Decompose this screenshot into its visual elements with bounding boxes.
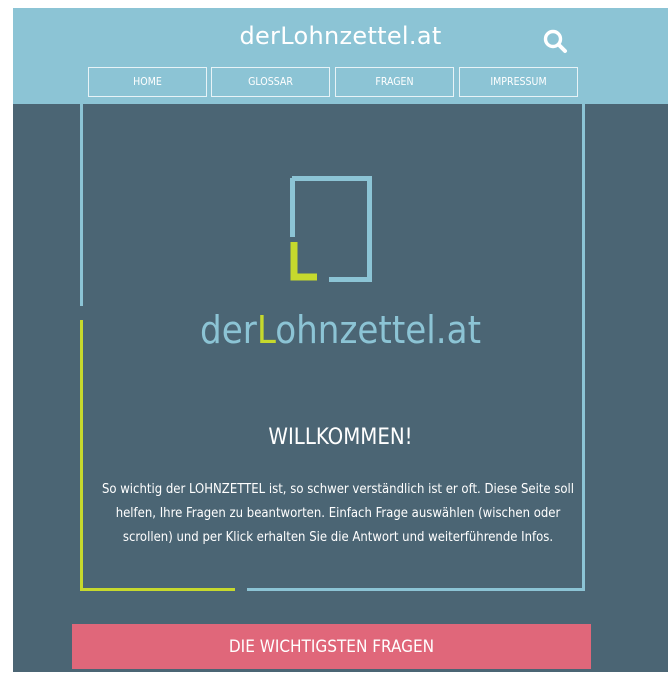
logo-wordmark: derLohnzettel.at — [13, 308, 668, 352]
nav-item-fragen[interactable]: Fragen — [335, 67, 454, 97]
frame-line-bottom-blue — [247, 588, 585, 591]
nav-item-glossar[interactable]: Glossar — [211, 67, 330, 97]
top-questions-button[interactable]: Die wichtigsten Fragen — [72, 624, 591, 669]
site-header: derLohnzettel.at Home Glossar Fragen Imp… — [13, 8, 668, 104]
main-nav: Home Glossar Fragen Impressum — [13, 67, 668, 97]
nav-item-home[interactable]: Home — [88, 67, 207, 97]
welcome-text: So wichtig der LOHNZETTEL ist, so schwer… — [101, 482, 575, 545]
frame-line-left-green — [80, 320, 83, 590]
search-icon[interactable] — [541, 27, 571, 57]
frame-line-bottom-green — [80, 588, 235, 591]
logo-text-suffix: ohnzettel.at — [275, 308, 481, 352]
logo-text-prefix: der — [200, 308, 257, 352]
page-frame: derLohnzettel.at Home Glossar Fragen Imp… — [13, 8, 668, 672]
logo-mark-icon — [289, 175, 373, 286]
frame-line-left-blue — [80, 104, 83, 306]
logo-text-accent: L — [256, 308, 276, 352]
welcome-title: WILLKOMMEN! — [268, 425, 413, 450]
nav-item-impressum[interactable]: Impressum — [459, 67, 578, 97]
